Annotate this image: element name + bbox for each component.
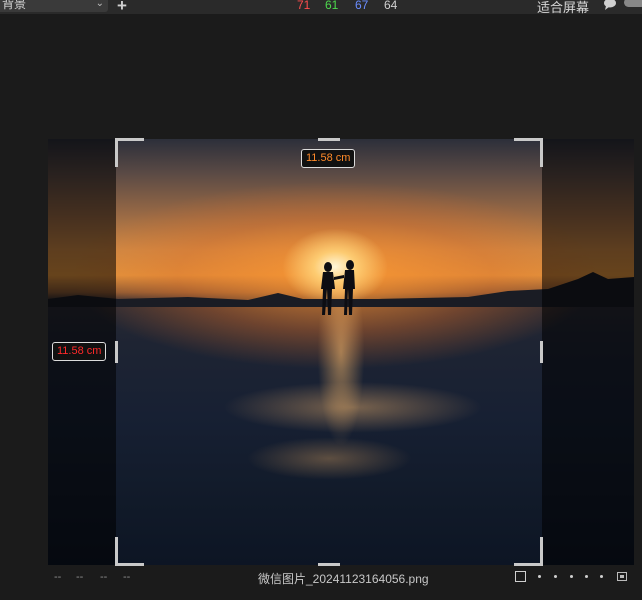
fit-screen-button[interactable]: 适合屏幕 <box>537 0 589 16</box>
dot-icon[interactable] <box>600 575 603 578</box>
top-toolbar: 背景 ⌄ + 71 61 67 64 适合屏幕 <box>0 0 642 16</box>
chat-icon[interactable] <box>603 0 617 10</box>
crop-handle-bottom-left[interactable] <box>115 537 144 566</box>
coord-readout: -- <box>123 571 131 583</box>
status-bar: -- -- -- -- 微信图片_20241123164056.png <box>0 566 642 600</box>
file-name: 微信图片_20241123164056.png <box>258 572 429 586</box>
toggle-switch[interactable] <box>624 0 642 7</box>
dot-icon[interactable] <box>570 575 573 578</box>
crop-width-label: 11.58 cm <box>301 149 356 168</box>
channel-blue-value: 67 <box>355 0 369 12</box>
coord-readout: -- <box>54 571 62 583</box>
dot-icon[interactable] <box>554 575 557 578</box>
crop-handle-top-left[interactable] <box>115 138 144 167</box>
coord-readout: -- <box>76 571 84 583</box>
crop-handle-top[interactable] <box>318 138 340 141</box>
dot-icon[interactable] <box>538 575 541 578</box>
square-icon[interactable] <box>515 571 526 582</box>
channel-green-value: 61 <box>325 0 339 12</box>
dot-icon[interactable] <box>585 575 588 578</box>
add-icon[interactable]: + <box>117 0 127 16</box>
crop-handle-top-right[interactable] <box>514 138 543 167</box>
panel-icon[interactable] <box>617 572 627 581</box>
channel-gray-value: 64 <box>384 0 398 12</box>
layer-select-value: 背景 <box>2 0 27 11</box>
layer-select[interactable]: 背景 ⌄ <box>0 0 108 12</box>
crop-height-label: 11.58 cm <box>52 342 107 361</box>
crop-frame[interactable] <box>115 138 543 566</box>
crop-handle-right[interactable] <box>540 341 543 363</box>
crop-handle-left[interactable] <box>115 341 118 363</box>
chevron-down-icon: ⌄ <box>95 0 104 9</box>
channel-red-value: 71 <box>297 0 311 12</box>
crop-handle-bottom-right[interactable] <box>514 537 543 566</box>
coord-readout: -- <box>100 571 108 583</box>
crop-shade-right <box>542 139 634 565</box>
